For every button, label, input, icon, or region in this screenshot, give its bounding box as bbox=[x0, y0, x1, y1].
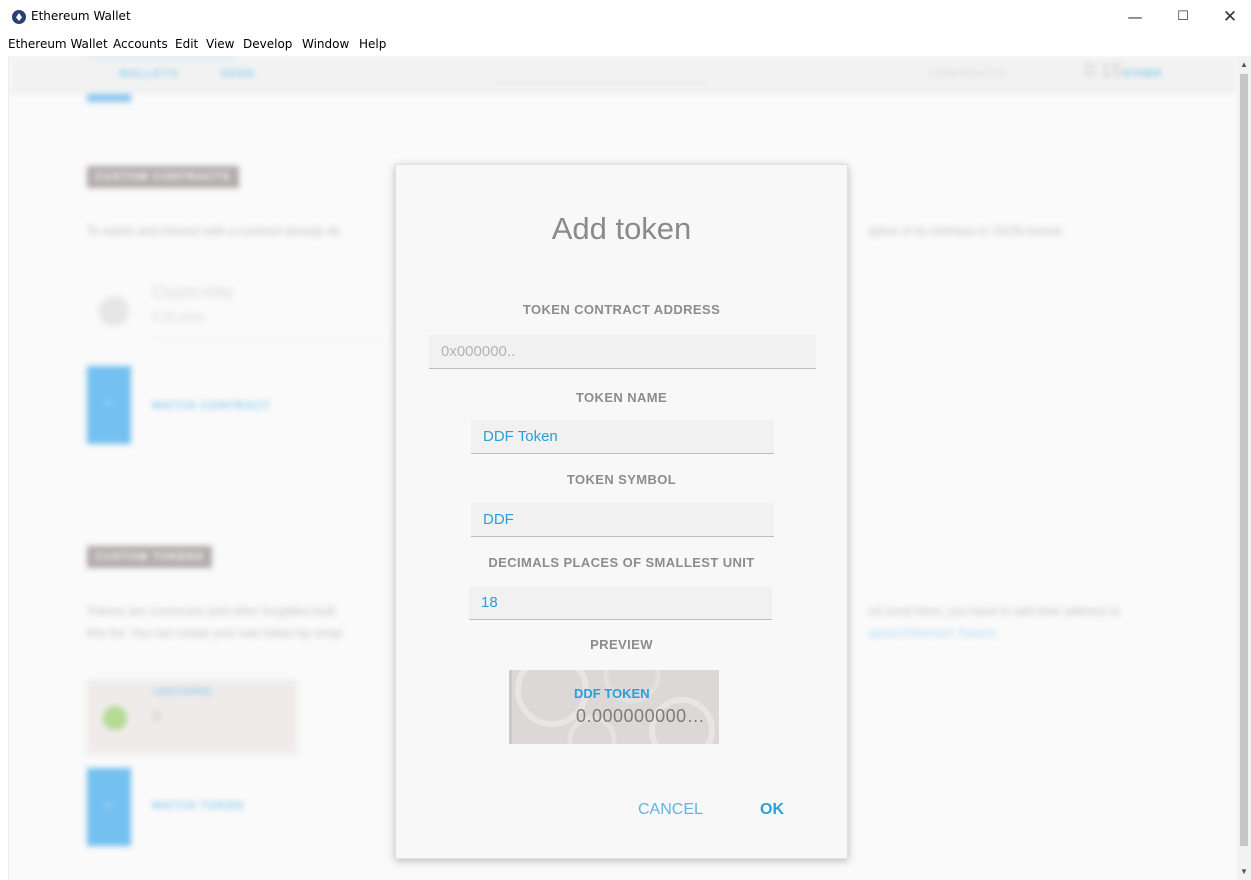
token-symbol-input[interactable] bbox=[471, 503, 774, 537]
decimals-input[interactable] bbox=[469, 586, 772, 620]
scroll-thumb[interactable] bbox=[1240, 74, 1248, 846]
close-button[interactable]: ✕ bbox=[1221, 8, 1239, 26]
preview-token-balance: 0.000000000… bbox=[576, 706, 706, 726]
window-titlebar: Ethereum Wallet — ☐ ✕ bbox=[0, 0, 1251, 34]
scroll-up-arrow-icon[interactable]: ▲ bbox=[1240, 60, 1248, 69]
vertical-scrollbar[interactable]: ▲ ▼ bbox=[1237, 56, 1251, 880]
menu-accounts[interactable]: Accounts bbox=[113, 37, 168, 51]
scroll-down-arrow-icon[interactable]: ▼ bbox=[1240, 867, 1248, 876]
menu-ethereum-wallet[interactable]: Ethereum Wallet bbox=[8, 37, 108, 51]
maximize-button[interactable]: ☐ bbox=[1174, 8, 1192, 26]
preview-label: PREVIEW bbox=[590, 637, 653, 652]
cancel-button[interactable]: CANCEL bbox=[638, 801, 703, 819]
dialog-title: Add token bbox=[551, 211, 692, 246]
menu-view[interactable]: View bbox=[206, 37, 234, 51]
menu-help[interactable]: Help bbox=[359, 37, 386, 51]
decimals-label: DECIMALS PLACES OF SMALLEST UNIT bbox=[488, 555, 755, 570]
window-title: Ethereum Wallet bbox=[31, 9, 131, 23]
menu-bar: Ethereum Wallet Accounts Edit View Devel… bbox=[0, 34, 1251, 56]
menu-edit[interactable]: Edit bbox=[175, 37, 198, 51]
token-name-label: TOKEN NAME bbox=[575, 390, 668, 405]
token-contract-address-input[interactable] bbox=[429, 335, 816, 369]
ok-button[interactable]: OK bbox=[760, 801, 784, 819]
add-token-dialog: Add token TOKEN CONTRACT ADDRESS TOKEN N… bbox=[395, 164, 848, 859]
minimize-button[interactable]: — bbox=[1126, 8, 1144, 26]
menu-window[interactable]: Window bbox=[302, 37, 349, 51]
token-contract-address-label: TOKEN CONTRACT ADDRESS bbox=[522, 302, 721, 317]
ethereum-logo-icon bbox=[12, 10, 26, 24]
token-symbol-label: TOKEN SYMBOL bbox=[566, 472, 677, 487]
token-name-input[interactable] bbox=[471, 420, 774, 454]
preview-token-name: DDF TOKEN bbox=[574, 686, 650, 701]
menu-develop[interactable]: Develop bbox=[243, 37, 292, 51]
token-preview-card: DDF TOKEN 0.000000000… bbox=[509, 670, 719, 744]
